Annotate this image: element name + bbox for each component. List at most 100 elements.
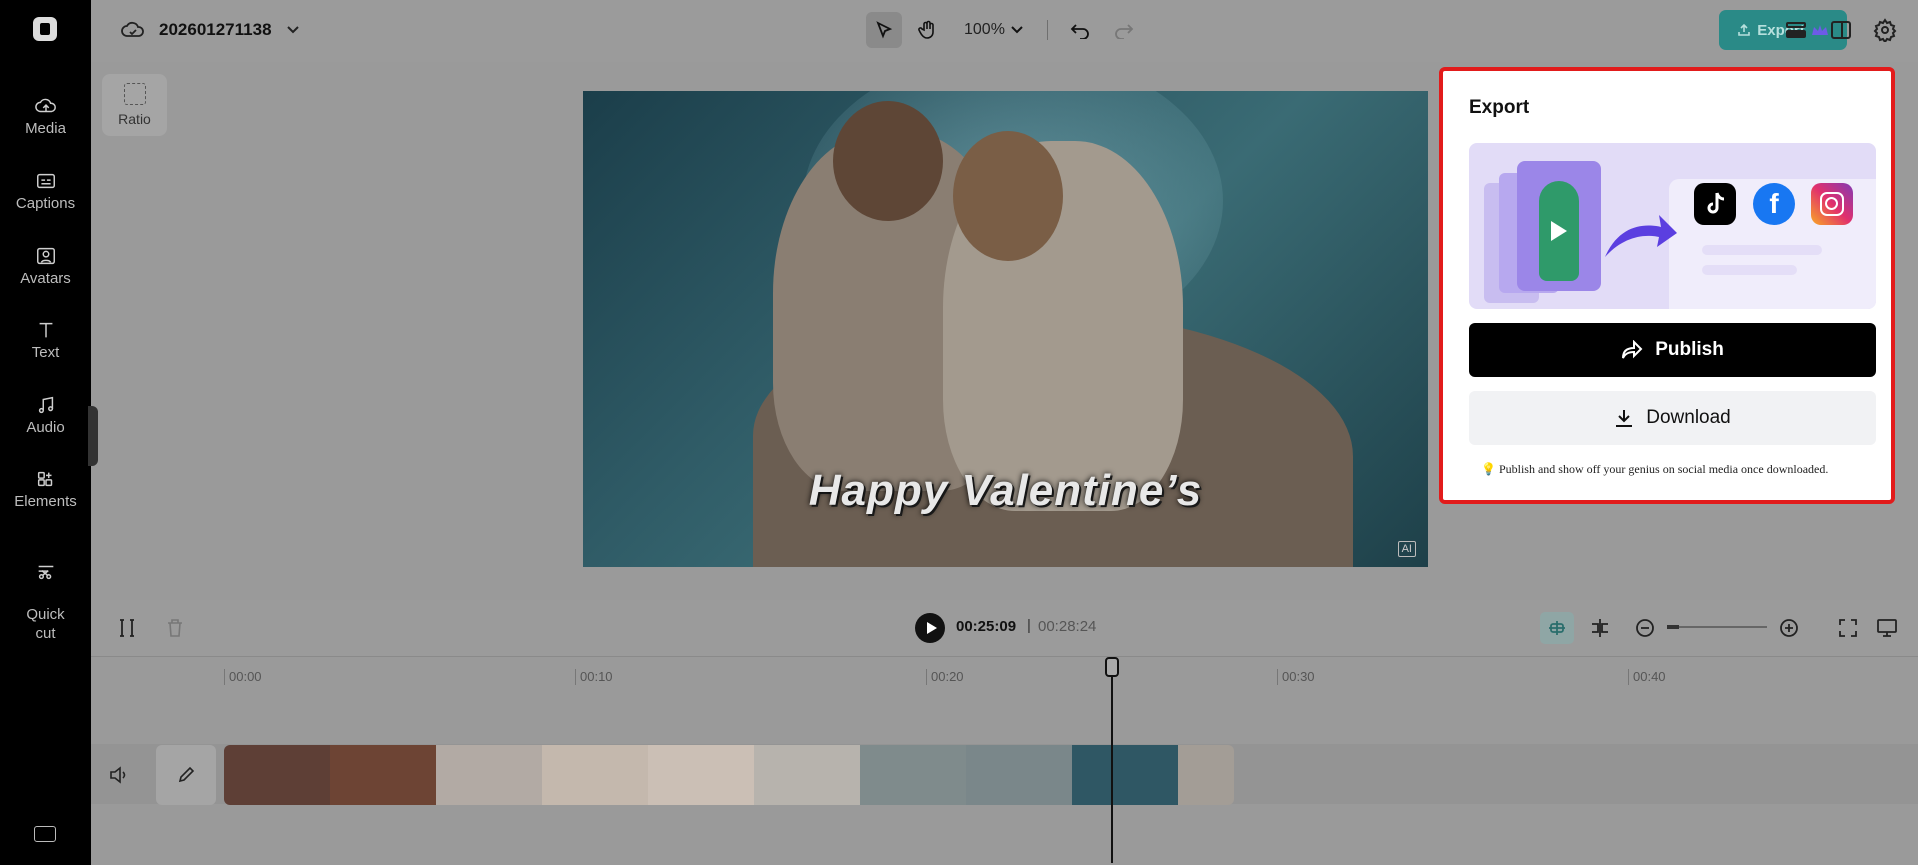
clip-thumbnail	[966, 745, 1072, 805]
fullscreen-icon[interactable]	[1837, 617, 1859, 639]
instagram-icon	[1811, 183, 1853, 225]
export-panel: Export f Publish Download 💡 Publish and …	[1439, 67, 1895, 504]
split-layout-icon[interactable]	[1829, 18, 1853, 42]
clip-thumbnail	[542, 745, 648, 805]
ruler-tick-label: 00:20	[926, 669, 964, 685]
preview-monitor-icon[interactable]	[1876, 617, 1898, 639]
ruler-tick-label: 00:30	[1277, 669, 1315, 685]
gear-icon[interactable]	[1873, 18, 1897, 42]
ratio-button[interactable]: Ratio	[102, 74, 167, 136]
ruler-tick-label: 00:10	[575, 669, 613, 685]
sidebar-item-label: Elements	[14, 493, 77, 510]
undo-icon	[1070, 24, 1089, 39]
redo-button[interactable]	[1106, 12, 1142, 48]
export-panel-title: Export	[1469, 97, 1530, 118]
current-time: 00:25:09	[956, 618, 1017, 635]
upload-icon	[1738, 23, 1751, 36]
export-tip-text: Publish and show off your genius on soci…	[1498, 462, 1829, 476]
project-name[interactable]: 202601271138	[159, 20, 272, 40]
export-button[interactable]: Export	[1719, 10, 1847, 50]
divider	[1046, 20, 1048, 40]
cloud-save-icon	[121, 21, 144, 37]
share-icon	[1622, 340, 1643, 359]
zoom-in-icon[interactable]	[1778, 617, 1800, 639]
pencil-icon	[178, 766, 195, 783]
redo-icon	[1115, 24, 1134, 39]
clip-thumbnail	[860, 745, 966, 805]
clip-thumbnail	[330, 745, 436, 805]
project-title-group[interactable]: 202601271138	[121, 20, 300, 40]
edit-track-button[interactable]	[156, 745, 216, 805]
sidebar-item-quick-cut[interactable]: Quick cut	[0, 543, 91, 643]
split-icon[interactable]	[116, 617, 138, 639]
split-clip-icon[interactable]	[1589, 617, 1611, 639]
clip-thumbnail	[436, 745, 542, 805]
tiktok-icon	[1694, 183, 1736, 225]
publish-label: Publish	[1655, 339, 1724, 360]
clip-thumbnail	[754, 745, 860, 805]
sidebar-item-captions[interactable]: Captions	[0, 171, 91, 212]
zoom-out-icon[interactable]	[1634, 617, 1656, 639]
cloud-upload-icon	[34, 98, 56, 113]
video-clip-strip[interactable]	[224, 745, 1234, 805]
ruler-tick-label: 00:00	[224, 669, 262, 685]
sidebar-item-label: Text	[31, 344, 60, 361]
download-button[interactable]: Download	[1469, 391, 1876, 445]
avatar-icon	[36, 247, 55, 265]
share-arrow-icon	[1605, 215, 1677, 257]
snap-icon	[1549, 621, 1565, 635]
panel-collapse-handle[interactable]	[88, 406, 98, 466]
play-button[interactable]	[915, 613, 945, 643]
chevron-down-icon[interactable]	[286, 25, 300, 35]
hand-icon	[918, 20, 934, 39]
crown-icon	[1811, 25, 1828, 35]
scissors-icon	[38, 565, 53, 580]
time-divider: |	[1027, 617, 1031, 634]
placeholder-line	[1702, 265, 1797, 275]
sidebar-item-label: Quick cut	[26, 606, 65, 642]
ruler-tick-label: 00:40	[1628, 669, 1666, 685]
playhead[interactable]	[1111, 657, 1113, 863]
magnet-snap-toggle[interactable]	[1540, 612, 1574, 644]
sidebar-item-elements[interactable]: Elements	[0, 469, 91, 510]
sidebar-item-avatars[interactable]: Avatars	[0, 246, 91, 287]
app-logo[interactable]	[33, 17, 57, 41]
zoom-value: 100%	[964, 21, 1005, 38]
timeline-ruler[interactable]: 00:00 00:10 00:20 00:30 00:40	[91, 656, 1918, 696]
text-icon	[39, 322, 52, 338]
sidebar-item-media[interactable]: Media	[0, 96, 91, 137]
download-icon	[1616, 410, 1633, 427]
hand-tool-button[interactable]	[910, 12, 946, 48]
sidebar-item-text[interactable]: Text	[0, 320, 91, 361]
clip-thumbnail	[1178, 745, 1234, 805]
trash-icon[interactable]	[164, 617, 186, 639]
undo-button[interactable]	[1062, 12, 1098, 48]
facebook-icon: f	[1753, 183, 1795, 225]
layers-icon[interactable]	[1784, 18, 1808, 42]
clip-thumbnail	[1072, 745, 1178, 805]
top-toolbar: 202601271138 100% Export	[91, 0, 1918, 62]
ratio-label: Ratio	[118, 111, 151, 127]
elements-icon	[37, 471, 52, 487]
aspect-ratio-icon	[123, 83, 146, 105]
download-label: Download	[1646, 407, 1731, 428]
video-caption[interactable]: Happy Valentine’s	[583, 466, 1428, 516]
sidebar-item-audio[interactable]: Audio	[0, 395, 91, 436]
play-icon	[1551, 221, 1567, 241]
man-head	[833, 101, 943, 221]
volume-icon[interactable]	[108, 765, 130, 785]
playhead-handle[interactable]	[1105, 657, 1119, 677]
total-time: 00:28:24	[1038, 618, 1097, 635]
lightbulb-icon: 💡	[1481, 462, 1496, 476]
timeline-zoom-slider[interactable]	[1667, 625, 1767, 629]
chevron-down-icon	[1011, 26, 1023, 34]
zoom-dropdown[interactable]: 100%	[954, 21, 1033, 39]
canvas-tools: 100%	[866, 12, 1142, 48]
video-preview[interactable]: Happy Valentine’s AI	[583, 91, 1428, 567]
keyboard-icon[interactable]	[34, 826, 56, 842]
placeholder-line	[1702, 245, 1822, 255]
select-tool-button[interactable]	[866, 12, 902, 48]
publish-button[interactable]: Publish	[1469, 323, 1876, 377]
export-tip: 💡 Publish and show off your genius on so…	[1481, 462, 1828, 477]
sidebar-item-label: Captions	[15, 195, 76, 212]
